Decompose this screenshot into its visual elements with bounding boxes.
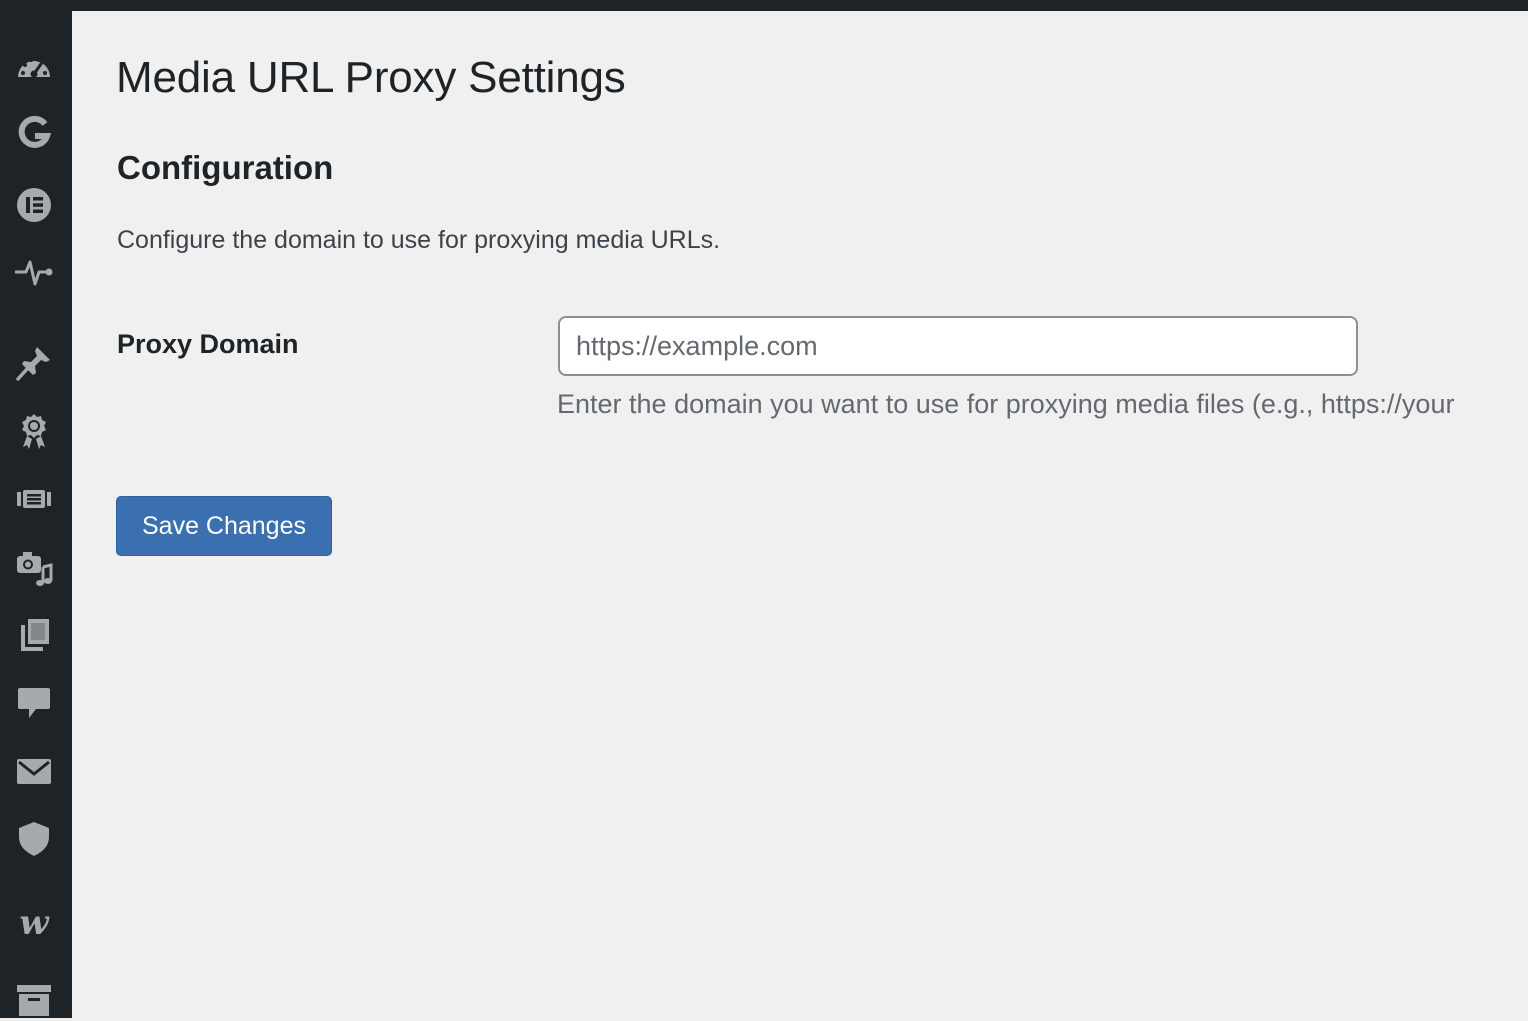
sidebar-item-comments[interactable] bbox=[12, 681, 56, 725]
sidebar-item-media[interactable] bbox=[12, 546, 56, 590]
proxy-domain-input[interactable] bbox=[558, 316, 1358, 376]
comment-bubble-icon bbox=[18, 688, 50, 718]
award-ribbon-icon bbox=[22, 414, 46, 449]
shield-icon bbox=[19, 822, 49, 856]
proxy-domain-help: Enter the domain you want to use for pro… bbox=[557, 389, 1455, 419]
settings-content: Media URL Proxy Settings Configuration C… bbox=[72, 11, 1528, 1018]
svg-text:w: w bbox=[19, 904, 50, 942]
w-logo-icon: w bbox=[19, 904, 50, 942]
sidebar-item-activity[interactable] bbox=[12, 249, 56, 293]
section-title: Configuration bbox=[117, 149, 334, 186]
sidebar-item-google[interactable] bbox=[12, 111, 56, 155]
sidebar-item-elementor[interactable] bbox=[12, 183, 56, 227]
sidebar-item-mail[interactable] bbox=[12, 749, 56, 793]
sidebar-item-archive[interactable] bbox=[12, 977, 56, 1021]
media-camera-music-icon bbox=[17, 552, 53, 586]
page-title: Media URL Proxy Settings bbox=[116, 53, 626, 102]
admin-sidebar: w bbox=[0, 11, 72, 1018]
pushpin-icon bbox=[16, 347, 50, 381]
admin-top-bar bbox=[0, 0, 1528, 11]
proxy-domain-label: Proxy Domain bbox=[117, 329, 299, 359]
sidebar-item-dashboard[interactable] bbox=[12, 47, 56, 91]
google-g-icon bbox=[18, 115, 52, 148]
sidebar-item-media-library[interactable] bbox=[12, 477, 56, 521]
sidebar-item-security[interactable] bbox=[12, 817, 56, 861]
archive-box-icon bbox=[17, 985, 51, 1016]
sidebar-item-w-plugin[interactable]: w bbox=[12, 901, 56, 945]
film-strip-icon bbox=[17, 490, 51, 508]
dashboard-icon bbox=[18, 58, 50, 78]
save-changes-button[interactable]: Save Changes bbox=[116, 496, 332, 556]
sidebar-item-awards[interactable] bbox=[12, 409, 56, 453]
activity-pulse-icon bbox=[15, 260, 53, 286]
sidebar-item-posts[interactable] bbox=[12, 341, 56, 385]
envelope-icon bbox=[17, 759, 51, 784]
pages-icon bbox=[21, 619, 49, 651]
elementor-icon bbox=[17, 188, 51, 222]
section-description: Configure the domain to use for proxying… bbox=[117, 226, 721, 254]
sidebar-item-pages[interactable] bbox=[12, 613, 56, 657]
